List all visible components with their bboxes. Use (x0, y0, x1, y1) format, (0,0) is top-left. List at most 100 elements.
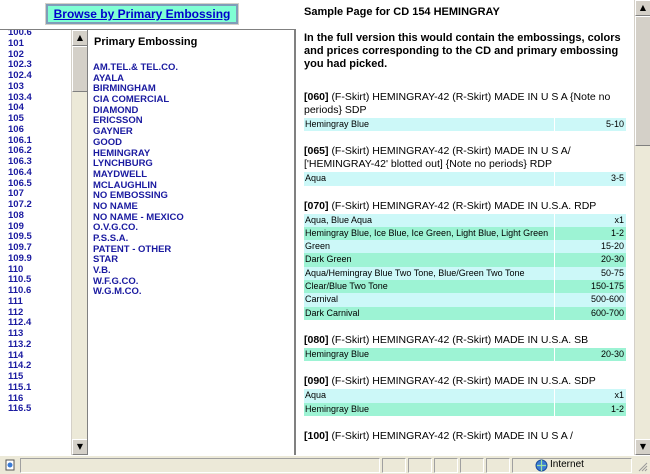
cd-number-link[interactable]: 112 (8, 307, 32, 318)
status-pane (434, 458, 458, 473)
cd-number-link[interactable]: 103 (8, 81, 32, 92)
cd-number-link[interactable]: 106.2 (8, 145, 32, 156)
embossing-link[interactable]: AM.TEL.& TEL.CO. (93, 62, 184, 73)
embossing-link[interactable]: DIAMOND (93, 105, 184, 116)
embossing-code: [090] (304, 375, 329, 388)
price-cell: 1-2 (554, 402, 626, 416)
cd-number-link[interactable]: 109.7 (8, 242, 32, 253)
cd-number-link[interactable]: 101 (8, 38, 32, 49)
embossing-text: (F-Skirt) HEMINGRAY-42 (R-Skirt) MADE IN… (304, 91, 611, 116)
price-row: Hemingray Blue 5-10 (304, 118, 626, 132)
page-scrollbar[interactable]: ▲ ▼ (634, 0, 650, 455)
cd-number-link[interactable]: 106 (8, 124, 32, 135)
embossing-text: (F-Skirt) HEMINGRAY-42 (R-Skirt) MADE IN… (331, 199, 597, 212)
cd-number-link[interactable]: 113.2 (8, 339, 32, 350)
embossing-blocks: [060] (F-Skirt) HEMINGRAY-42 (R-Skirt) M… (304, 91, 626, 443)
browse-by-primary-embossing-button[interactable]: Browse by Primary Embossing (45, 3, 239, 25)
cd-number-frame: 100.6 101 102 102.3 102.4 103 103.4 104 105 106 10… (0, 30, 88, 455)
resize-grip-icon[interactable] (636, 460, 648, 472)
cd-number-link[interactable]: 102.4 (8, 70, 32, 81)
embossing-link[interactable]: STAR (93, 254, 184, 265)
cd-number-link[interactable]: 110.5 (8, 274, 32, 285)
cd-list-scrollbar[interactable]: ▲ ▼ (71, 30, 87, 455)
embossing-link[interactable]: HEMINGRAY (93, 148, 184, 159)
cd-number-link[interactable]: 114.2 (8, 360, 32, 371)
embossing-text: (F-Skirt) HEMINGRAY-42 (R-Skirt) MADE IN… (304, 145, 571, 171)
color-cell: Dark Green (304, 253, 554, 267)
embossing-link[interactable]: W.G.M.CO. (93, 286, 184, 297)
embossing-link[interactable]: V.B. (93, 265, 184, 276)
embossing-link[interactable]: NO NAME (93, 201, 184, 212)
embossing-code: [065] (304, 145, 329, 158)
embossing-link[interactable]: AYALA (93, 73, 184, 84)
scroll-thumb[interactable] (72, 46, 87, 92)
cd-number-link[interactable]: 108 (8, 210, 32, 221)
embossing-link[interactable]: NO EMBOSSING (93, 190, 184, 201)
cd-number-link[interactable]: 107 (8, 188, 32, 199)
price-cell: 20-30 (554, 347, 626, 362)
embossing-link[interactable]: LYNCHBURG (93, 158, 184, 169)
embossing-link[interactable]: W.F.G.CO. (93, 276, 184, 287)
cd-number-link[interactable]: 112.4 (8, 317, 32, 328)
embossing-link[interactable]: GOOD (93, 137, 184, 148)
internet-globe-icon (535, 459, 548, 472)
embossing-link[interactable]: GAYNER (93, 126, 184, 137)
color-cell: Hemingray Blue (304, 347, 554, 362)
cd-number-link[interactable]: 100.6 (8, 30, 32, 38)
embossing-description: [060] (F-Skirt) HEMINGRAY-42 (R-Skirt) M… (304, 91, 626, 117)
price-cell: 3-5 (554, 172, 626, 186)
price-row: Aqua, Blue Aqua x1 (304, 213, 626, 227)
scroll-down-arrow-icon[interactable]: ▼ (635, 439, 650, 455)
embossing-link[interactable]: PATENT - OTHER (93, 244, 184, 255)
cd-number-link[interactable]: 110.6 (8, 285, 32, 296)
scroll-up-arrow-icon[interactable]: ▲ (72, 30, 87, 46)
cd-number-link[interactable]: 113 (8, 328, 32, 339)
scroll-down-arrow-icon[interactable]: ▼ (72, 439, 87, 455)
price-cell: 150-175 (554, 280, 626, 294)
cd-number-link[interactable]: 103.4 (8, 92, 32, 103)
price-cell: 5-10 (554, 118, 626, 132)
cd-number-link[interactable]: 109 (8, 221, 32, 232)
cd-number-link[interactable]: 116 (8, 393, 32, 404)
price-cell: 20-30 (554, 253, 626, 267)
color-cell: Hemingray Blue, Ice Blue, Ice Green, Lig… (304, 226, 554, 241)
cd-number-link[interactable]: 110 (8, 264, 32, 275)
scroll-thumb[interactable] (635, 16, 650, 146)
price-row: Hemingray Blue 1-2 (304, 402, 626, 416)
scroll-up-arrow-icon[interactable]: ▲ (635, 0, 650, 16)
embossing-link[interactable]: P.S.S.A. (93, 233, 184, 244)
embossing-link[interactable]: MAYDWELL (93, 169, 184, 180)
cd-number-link[interactable]: 106.3 (8, 156, 32, 167)
price-row: Aqua/Hemingray Blue Two Tone, Blue/Green… (304, 266, 626, 281)
embossing-code: [060] (304, 91, 329, 103)
cd-number-link[interactable]: 106.5 (8, 178, 32, 189)
embossing-link[interactable]: O.V.G.CO. (93, 222, 184, 233)
cd-number-link[interactable]: 104 (8, 102, 32, 113)
embossing-link[interactable]: MCLAUGHLIN (93, 180, 184, 191)
cd-number-link[interactable]: 115.1 (8, 382, 32, 393)
cd-number-link[interactable]: 111 (8, 296, 32, 307)
color-cell: Hemingray Blue (304, 402, 554, 416)
embossing-frame: Primary Embossing AM.TEL.& TEL.CO. AYALA B… (88, 30, 296, 455)
color-cell: Clear/Blue Two Tone (304, 280, 554, 294)
cd-number-link[interactable]: 105 (8, 113, 32, 124)
price-row: Dark Green 20-30 (304, 253, 626, 267)
embossing-link[interactable]: BIRMINGHAM (93, 83, 184, 94)
embossing-link[interactable]: ERICSSON (93, 115, 184, 126)
cd-number-link[interactable]: 102.3 (8, 59, 32, 70)
embossing-link[interactable]: CIA COMERCIAL (93, 94, 184, 105)
status-message-pane (20, 458, 380, 473)
cd-number-link[interactable]: 109.9 (8, 253, 32, 264)
embossing-link[interactable]: NO NAME - MEXICO (93, 212, 184, 223)
cd-number-link[interactable]: 115 (8, 371, 32, 382)
cd-number-link[interactable]: 109.5 (8, 231, 32, 242)
embossing-list: AM.TEL.& TEL.CO. AYALA BIRMINGHAM CIA COMER… (93, 62, 184, 297)
cd-number-link[interactable]: 106.4 (8, 167, 32, 178)
cd-number-link[interactable]: 116.5 (8, 403, 32, 414)
cd-number-link[interactable]: 102 (8, 49, 32, 60)
cd-number-link[interactable]: 107.2 (8, 199, 32, 210)
cd-number-link[interactable]: 114 (8, 350, 32, 361)
price-cell: 50-75 (554, 266, 626, 281)
cd-number-link[interactable]: 106.1 (8, 135, 32, 146)
security-zone-label: Internet (550, 459, 584, 470)
